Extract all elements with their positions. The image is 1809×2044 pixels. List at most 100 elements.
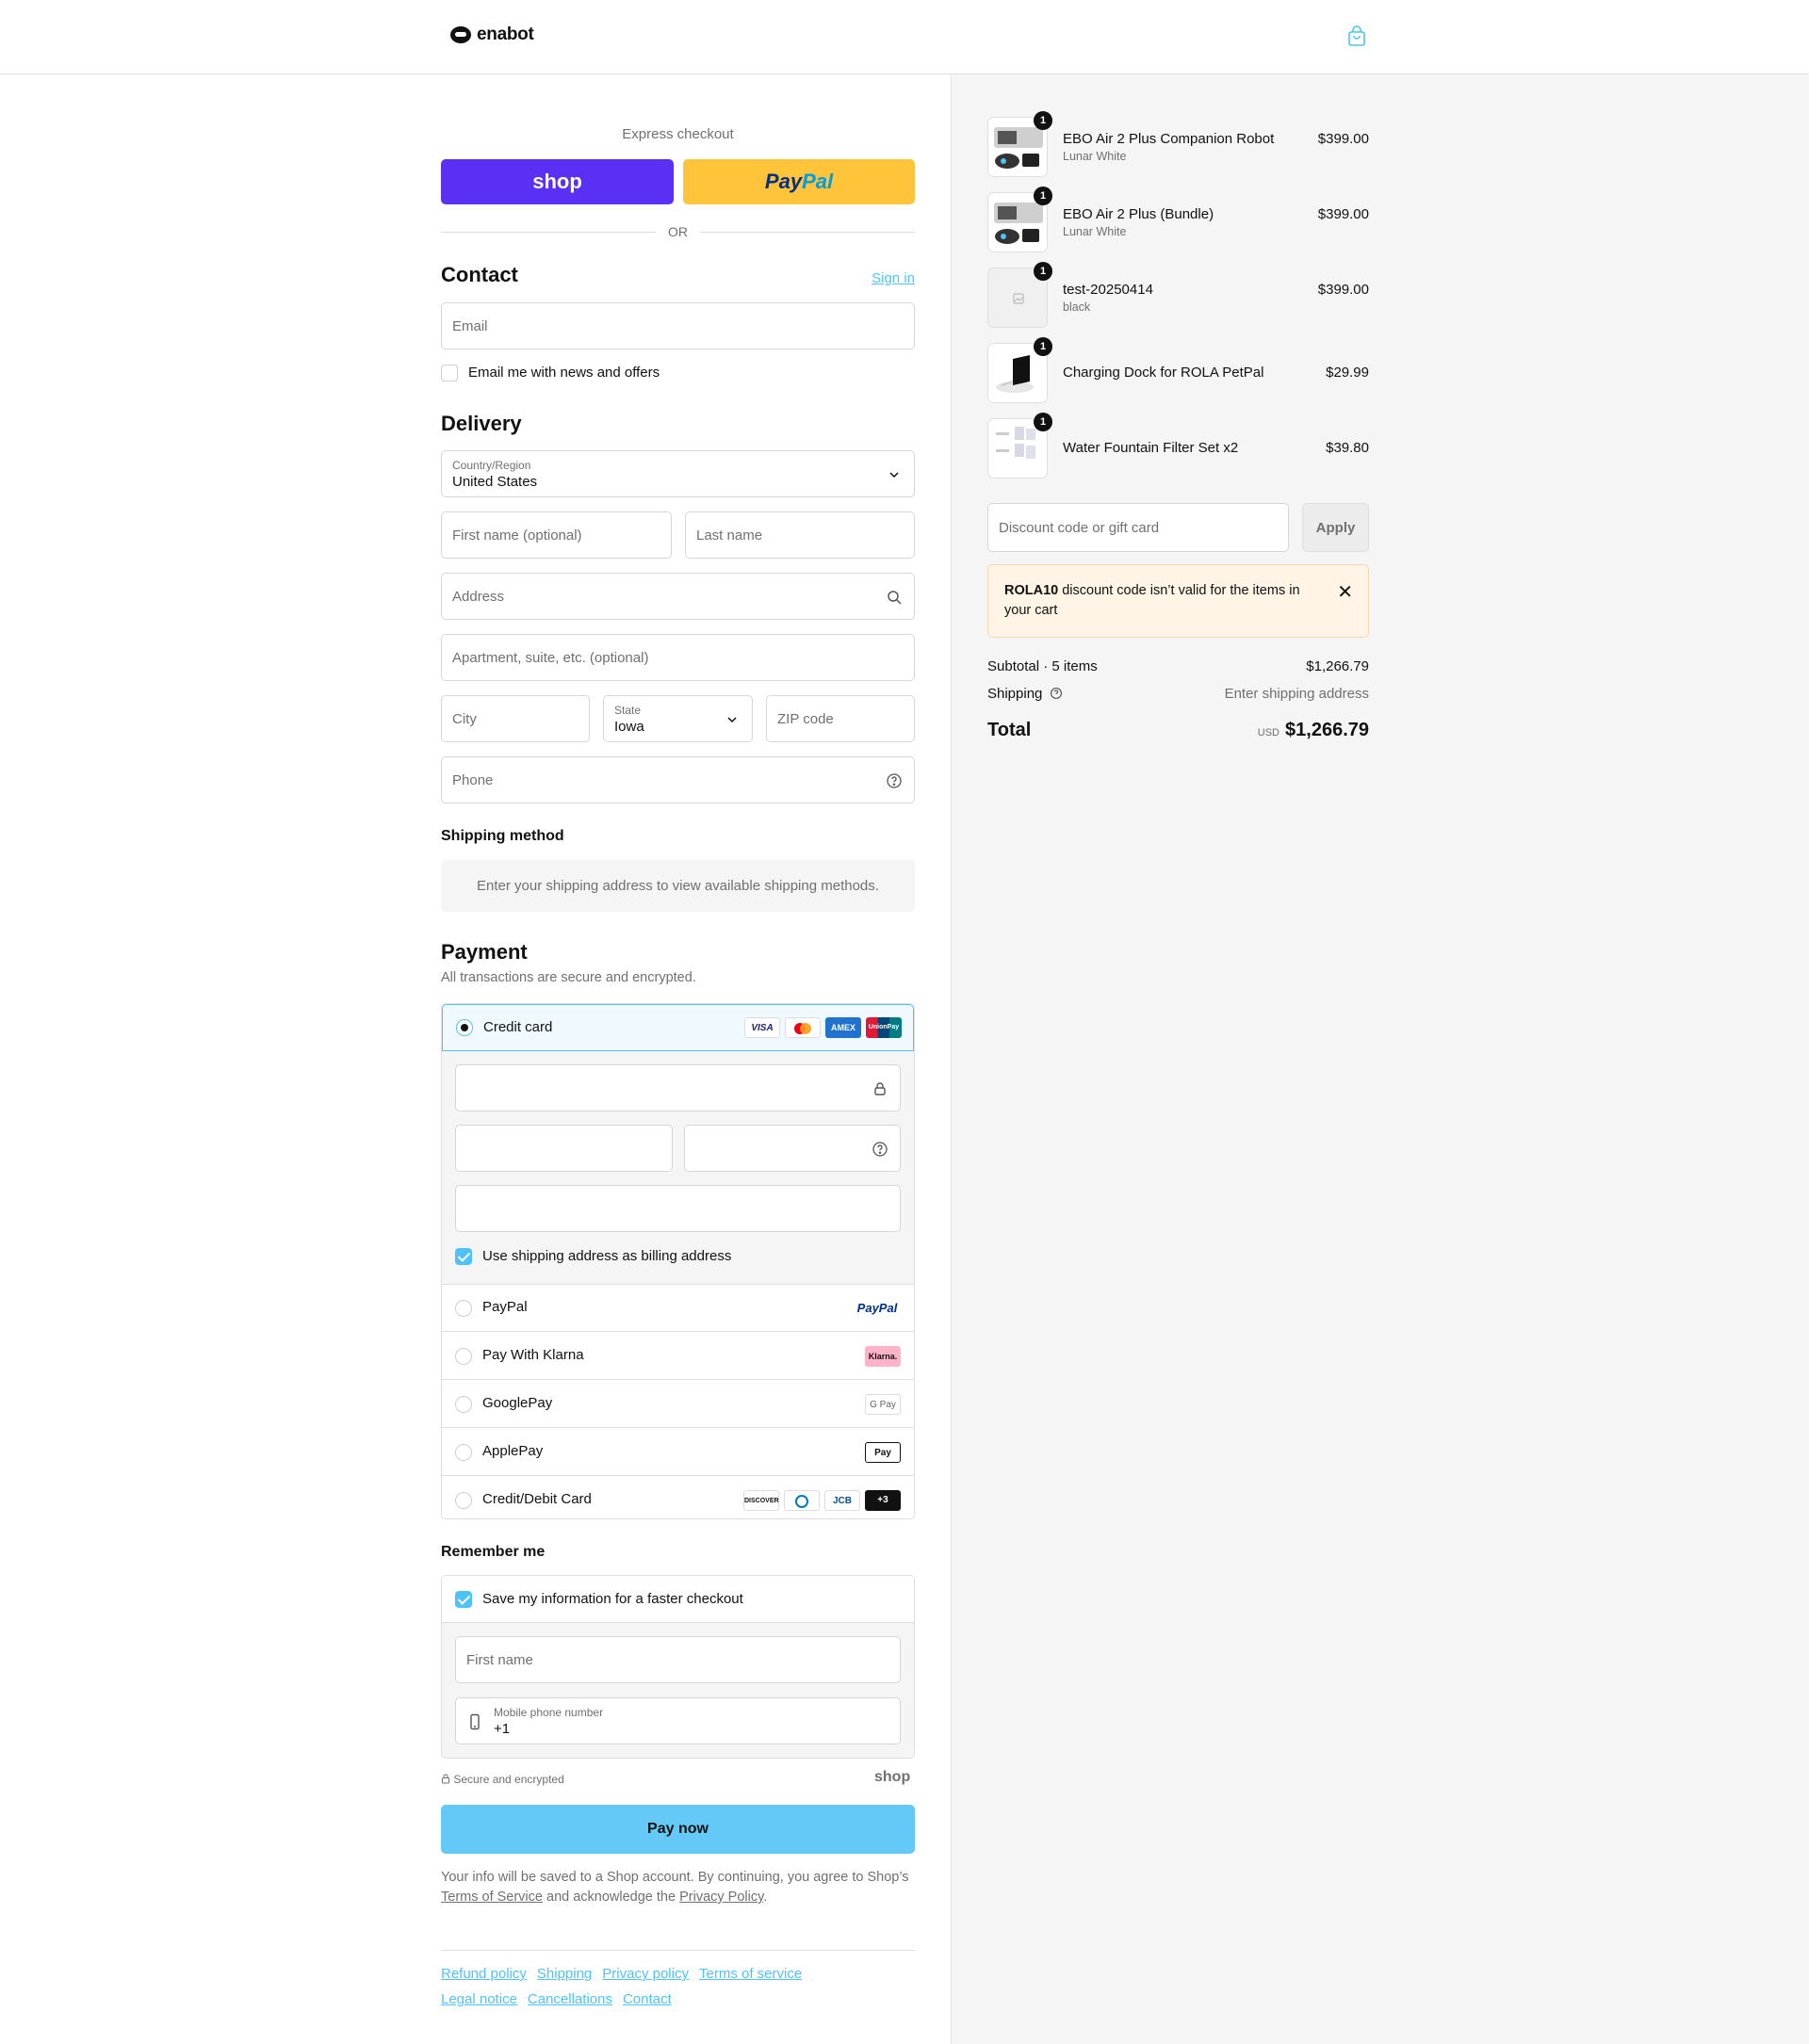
delivery-title: Delivery (441, 412, 522, 435)
save-info-row[interactable]: Save my information for a faster checkou… (442, 1576, 914, 1623)
shop-first-name-placeholder: First name (466, 1652, 533, 1668)
save-info-checkbox[interactable] (455, 1591, 472, 1608)
news-label: Email me with news and offers (468, 365, 660, 381)
cart-item: 1 Charging Dock for ROLA PetPal $29.99 (987, 337, 1369, 405)
paypal-button[interactable]: PayPal (683, 159, 915, 204)
legal-notice-link[interactable]: Legal notice (441, 1991, 517, 2007)
email-field[interactable]: Email (441, 302, 915, 349)
debit-card-radio[interactable] (455, 1492, 472, 1509)
googlepay-option[interactable]: GooglePay G Pay (442, 1381, 914, 1428)
privacy-policy-link[interactable]: Privacy policy (602, 1966, 689, 1982)
apply-discount-button[interactable]: Apply (1302, 503, 1369, 552)
shopping-bag-icon[interactable] (1345, 25, 1368, 48)
privacy-link[interactable]: Privacy Policy (679, 1890, 763, 1905)
help-circle-icon[interactable] (1050, 687, 1063, 700)
paypal-label-pay: Pay (764, 170, 803, 193)
email-placeholder: Email (452, 318, 488, 334)
footer-links: Refund policy Shipping Privacy policy Terms… (441, 1961, 915, 2012)
enabot-logo-icon (450, 26, 471, 43)
credit-card-option[interactable]: Credit card VISA AMEX UnionPay (442, 1004, 914, 1051)
chevron-down-icon (889, 472, 899, 479)
apartment-field[interactable]: Apartment, suite, etc. (optional) (441, 634, 915, 681)
shop-logo: shop (874, 1769, 911, 1785)
mobile-phone-field[interactable]: Mobile phone number +1 (455, 1697, 901, 1744)
product-name: EBO Air 2 Plus (Bundle) (1063, 206, 1214, 222)
shipping-label: Shipping (987, 686, 1043, 702)
name-on-card-field[interactable] (455, 1185, 901, 1232)
contact-link[interactable]: Contact (623, 1991, 672, 2007)
cancellations-link[interactable]: Cancellations (528, 1991, 612, 2007)
country-label: Country/Region (452, 459, 531, 472)
cart-item: 1 test-20250414 black $399.00 (987, 262, 1369, 330)
phone-field[interactable]: Phone (441, 756, 915, 803)
remember-me-box: Save my information for a faster checkou… (441, 1575, 915, 1759)
discount-code: ROLA10 (1004, 583, 1059, 598)
product-price: $39.80 (1326, 440, 1369, 456)
applepay-option[interactable]: ApplePay Pay (442, 1429, 914, 1476)
chevron-down-icon (727, 717, 737, 723)
credit-card-radio[interactable] (456, 1019, 473, 1036)
klarna-radio[interactable] (455, 1348, 472, 1365)
paypal-radio[interactable] (455, 1300, 472, 1317)
last-name-field[interactable]: Last name (685, 511, 915, 559)
jcb-icon: JCB (824, 1490, 860, 1511)
zip-field[interactable]: ZIP code (766, 695, 915, 742)
product-variant: Lunar White (1063, 150, 1127, 163)
secure-note: Secure and encrypted (441, 1773, 564, 1786)
klarna-option[interactable]: Pay With Klarna Klarna. (442, 1333, 914, 1380)
city-field[interactable]: City (441, 695, 590, 742)
terms-link[interactable]: Terms of Service (441, 1890, 543, 1905)
more-cards-badge: +3 (865, 1490, 901, 1511)
product-price: $399.00 (1317, 131, 1369, 147)
product-name: Charging Dock for ROLA PetPal (1063, 365, 1264, 381)
cart-item: 1 EBO Air 2 Plus (Bundle) Lunar White $3… (987, 187, 1369, 254)
sign-in-link[interactable]: Sign in (872, 270, 915, 286)
zip-placeholder: ZIP code (777, 711, 834, 727)
terms-of-service-link[interactable]: Terms of service (699, 1966, 802, 1982)
paypal-option[interactable]: PayPal PayPal (442, 1285, 914, 1332)
debit-card-option[interactable]: Credit/Debit Card DISCOVER JCB +3 (442, 1477, 914, 1518)
apartment-placeholder: Apartment, suite, etc. (optional) (452, 650, 649, 666)
phone-placeholder: Phone (452, 772, 494, 788)
last-name-placeholder: Last name (696, 527, 763, 543)
close-icon[interactable]: ✕ (1337, 580, 1353, 604)
applepay-radio[interactable] (455, 1444, 472, 1461)
first-name-field[interactable]: First name (optional) (441, 511, 672, 559)
news-checkbox[interactable] (441, 365, 458, 381)
googlepay-radio[interactable] (455, 1396, 472, 1413)
quantity-badge: 1 (1034, 413, 1052, 431)
cart-item: 1 Water Fountain Filter Set x2 $39.80 (987, 413, 1369, 480)
legal-part-3: . (763, 1890, 768, 1905)
help-circle-icon[interactable] (886, 772, 903, 789)
express-checkout-title: Express checkout (622, 126, 734, 142)
state-select[interactable]: State Iowa (603, 695, 753, 742)
refund-policy-link[interactable]: Refund policy (441, 1966, 527, 1982)
header: enabot (0, 0, 1809, 74)
expiry-field[interactable] (455, 1125, 673, 1172)
unionpay-icon: UnionPay (866, 1017, 902, 1038)
card-number-field[interactable] (455, 1064, 901, 1111)
save-info-label: Save my information for a faster checkou… (482, 1591, 743, 1607)
brand-logo[interactable]: enabot (450, 24, 534, 45)
product-price: $399.00 (1317, 282, 1369, 298)
total-value: $1,266.79 (1285, 720, 1369, 740)
discount-code-field[interactable]: Discount code or gift card (987, 503, 1289, 552)
payment-title: Payment (441, 940, 528, 964)
address-field[interactable]: Address (441, 573, 915, 620)
shop-pay-button[interactable]: shop (441, 159, 674, 204)
shop-first-name-field[interactable]: First name (455, 1636, 901, 1683)
search-icon (888, 591, 902, 605)
remember-me-title: Remember me (441, 1544, 546, 1560)
country-select[interactable]: Country/Region United States (441, 450, 915, 497)
pay-now-button[interactable]: Pay now (441, 1805, 915, 1854)
product-price: $399.00 (1317, 206, 1369, 222)
security-code-field[interactable] (684, 1125, 901, 1172)
billing-address-checkbox[interactable] (455, 1248, 472, 1265)
state-value: Iowa (614, 719, 644, 735)
amex-icon: AMEX (825, 1017, 861, 1038)
brand-name: enabot (477, 24, 534, 44)
diners-club-icon (784, 1490, 820, 1511)
help-circle-icon[interactable] (872, 1141, 888, 1158)
shipping-link[interactable]: Shipping (537, 1966, 592, 1982)
cart-item: 1 EBO Air 2 Plus Companion Robot Lunar W… (987, 111, 1369, 179)
